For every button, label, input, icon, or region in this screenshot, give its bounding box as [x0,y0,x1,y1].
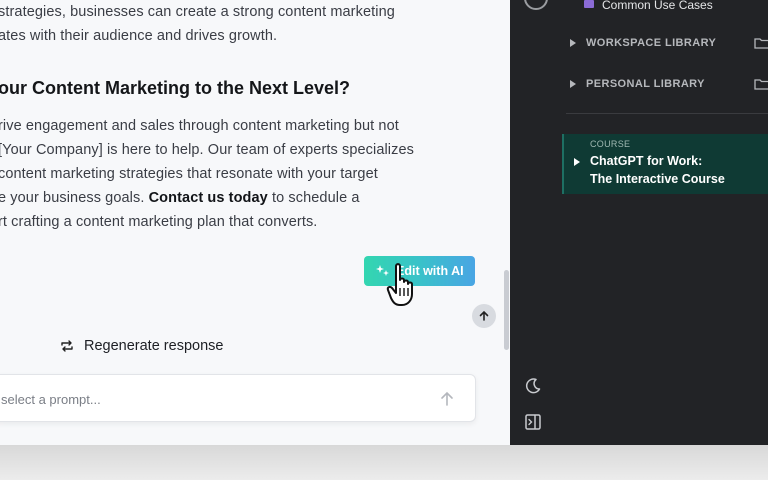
divider [566,113,768,114]
text-segment: e your business goals. [0,190,149,206]
chat-panel: strategies, businesses can create a stro… [0,0,510,445]
text-segment: to schedule a [267,190,360,206]
course-card[interactable]: COURSE ChatGPT for Work: The Interactive… [562,134,768,194]
personal-library-label: PERSONAL LIBRARY [586,78,705,90]
folder-icon [584,0,594,8]
folder-add-icon[interactable] [754,76,768,92]
arrow-up-icon [479,310,489,321]
chevron-right-icon [570,80,576,88]
app-window: strategies, businesses can create a stro… [0,0,768,445]
send-button[interactable] [435,387,459,411]
prompt-box [0,374,476,423]
response-text-line: [Your Company] is here to help. Our team… [0,142,414,158]
folder-add-icon[interactable] [754,35,768,51]
chevron-right-icon [570,39,576,47]
course-title: The Interactive Course [590,172,725,186]
response-text-line: rive engagement and sales through conten… [0,118,399,134]
regenerate-response-label: Regenerate response [84,338,224,354]
arrow-up-icon [441,391,453,406]
sidebar-item-personal-library[interactable]: PERSONAL LIBRARY [570,74,705,94]
chevron-right-icon [574,158,580,166]
prompt-input[interactable] [0,375,423,423]
response-text-line: rt crafting a content marketing plan tha… [0,214,318,230]
hand-pointer-cursor [386,263,413,306]
workspace-library-label: WORKSPACE LIBRARY [586,37,717,49]
chat-scrollbar[interactable] [504,270,509,350]
repeat-arrows-icon [61,340,73,352]
response-heading: our Content Marketing to the Next Level? [0,78,351,98]
moon-icon[interactable] [524,377,542,395]
contact-us-emphasis: Contact us today [148,190,268,206]
response-text-line: strategies, businesses can create a stro… [0,4,395,20]
scroll-to-top-button[interactable] [472,304,496,328]
sidebar-collapse-icon[interactable] [524,413,542,431]
response-text-line: e your business goals. Contact us today … [0,190,360,206]
sidebar-item-workspace-library[interactable]: WORKSPACE LIBRARY [570,33,716,53]
sidebar-item-common-use-cases[interactable]: Common Use Cases [602,0,713,12]
sidebar: Common Use Cases WORKSPACE LIBRARY PERSO… [510,0,768,445]
regenerate-response-button[interactable]: Regenerate response [60,333,223,359]
response-text-line: ates with their audience and drives grow… [0,28,278,44]
course-title: ChatGPT for Work: [590,154,703,168]
user-icon[interactable] [524,0,548,10]
course-tag: COURSE [590,139,631,149]
response-text-line: content marketing strategies that resona… [0,166,378,182]
background-band [0,445,768,480]
